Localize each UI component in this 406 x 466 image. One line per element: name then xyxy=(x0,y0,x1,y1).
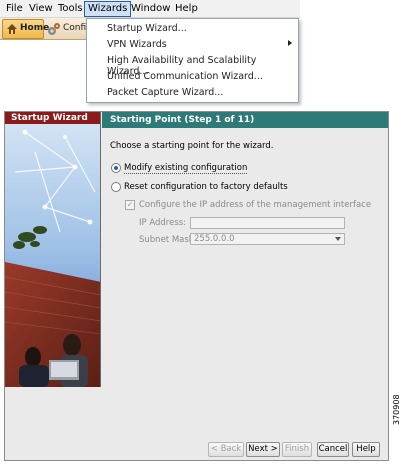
configure-ip-label: Configure the IP address of the manageme… xyxy=(139,200,372,210)
menu-item-unified-communication-wizard[interactable]: Unified Communication Wizard... xyxy=(107,71,263,82)
wizard-step-header: Starting Point (Step 1 of 11) xyxy=(102,112,388,128)
ip-address-field[interactable] xyxy=(190,217,345,229)
startup-wizard-window: Startup Wizard Starting Point (Step 1 of… xyxy=(4,111,389,461)
wizard-side-title: Startup Wizard xyxy=(5,112,100,124)
home-icon xyxy=(7,24,17,34)
menu-item-vpn-wizards[interactable]: VPN Wizards xyxy=(107,39,167,50)
subnet-mask-label: Subnet Mask: xyxy=(139,235,197,245)
menu-view[interactable]: View xyxy=(29,2,53,16)
modify-config-label[interactable]: Modify existing configuration xyxy=(124,163,248,174)
menu-help[interactable]: Help xyxy=(175,2,198,16)
menu-window[interactable]: Window xyxy=(131,2,170,16)
next-button[interactable]: Next > xyxy=(246,442,280,457)
menu-bar: File View Tools Wizards Window Help xyxy=(0,0,300,18)
reset-factory-radio[interactable] xyxy=(111,182,121,192)
menu-item-startup-wizard[interactable]: Startup Wizard... xyxy=(107,23,187,34)
submenu-arrow-icon xyxy=(288,40,292,46)
toolbar: Home Config xyxy=(0,18,92,40)
wizards-menu: Startup Wizard... VPN Wizards High Avail… xyxy=(86,18,299,103)
chevron-down-icon xyxy=(335,237,341,241)
help-button[interactable]: Help xyxy=(352,442,380,457)
wizard-prompt: Choose a starting point for the wizard. xyxy=(110,141,274,151)
cancel-button[interactable]: Cancel xyxy=(317,442,349,457)
modify-config-radio[interactable] xyxy=(111,163,121,173)
menu-item-packet-capture-wizard[interactable]: Packet Capture Wizard... xyxy=(107,87,223,98)
home-button[interactable]: Home xyxy=(2,19,49,39)
figure-id: 370908 xyxy=(392,394,401,425)
gear-icon xyxy=(48,23,60,35)
subnet-mask-value: 255.0.0.0 xyxy=(194,234,235,244)
reset-factory-label[interactable]: Reset configuration to factory defaults xyxy=(124,182,288,192)
home-label: Home xyxy=(20,23,50,33)
menu-file[interactable]: File xyxy=(6,2,23,16)
configuration-button[interactable]: Config xyxy=(46,19,92,39)
back-button[interactable]: < Back xyxy=(208,442,244,457)
ip-address-label: IP Address: xyxy=(139,218,187,228)
subnet-mask-select[interactable]: 255.0.0.0 xyxy=(190,233,345,245)
menu-tools[interactable]: Tools xyxy=(58,2,83,16)
wizard-button-bar: < Back Next > Finish Cancel Help xyxy=(5,442,390,460)
configure-ip-checkbox[interactable]: ✓ xyxy=(125,200,135,210)
menu-wizards[interactable]: Wizards xyxy=(84,1,132,17)
finish-button[interactable]: Finish xyxy=(282,442,312,457)
wizard-side-panel: Startup Wizard xyxy=(5,112,101,387)
wizard-side-image xyxy=(5,112,100,387)
